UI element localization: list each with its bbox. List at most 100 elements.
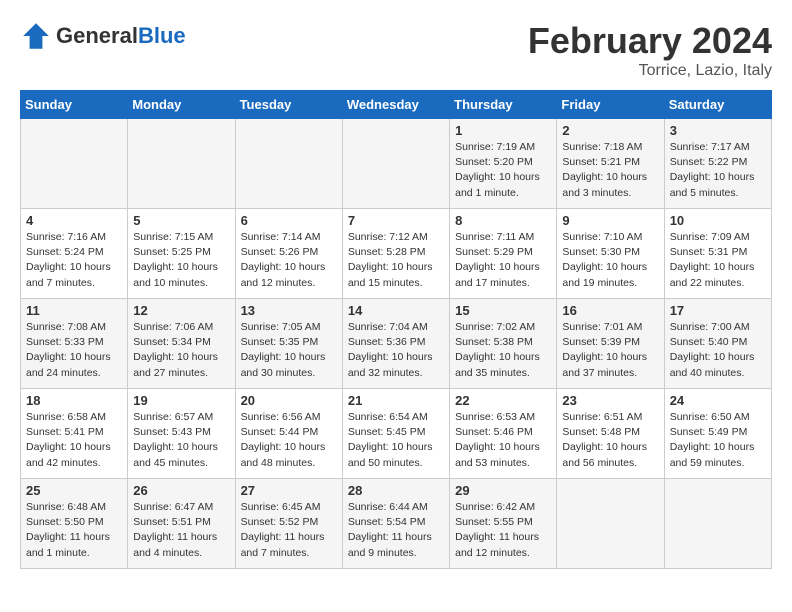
day-number: 10 [670,213,766,228]
day-info: Sunrise: 6:42 AM Sunset: 5:55 PM Dayligh… [455,500,551,561]
calendar-cell: 24 Sunrise: 6:50 AM Sunset: 5:49 PM Dayli… [664,389,771,479]
week-row-4: 18 Sunrise: 6:58 AM Sunset: 5:41 PM Dayli… [21,389,772,479]
day-number: 25 [26,483,122,498]
calendar-cell: 11Sunrise: 7:08 AM Sunset: 5:33 PM Dayli… [21,299,128,389]
day-number: 16 [562,303,658,318]
day-info: Sunrise: 7:17 AM Sunset: 5:22 PM Dayligh… [670,140,766,201]
calendar-cell: 29Sunrise: 6:42 AM Sunset: 5:55 PM Dayli… [450,479,557,569]
day-info: Sunrise: 6:56 AM Sunset: 5:44 PM Dayligh… [241,410,337,471]
calendar-cell [21,119,128,209]
day-info: Sunrise: 6:45 AM Sunset: 5:52 PM Dayligh… [241,500,337,561]
calendar-cell: 14 Sunrise: 7:04 AM Sunset: 5:36 PM Dayli… [342,299,449,389]
day-info: Sunrise: 7:01 AM Sunset: 5:39 PM Dayligh… [562,320,658,381]
day-number: 24 [670,393,766,408]
day-info: Sunrise: 6:58 AM Sunset: 5:41 PM Dayligh… [26,410,122,471]
logo-blue: Blue [138,23,186,48]
day-info: Sunrise: 6:47 AM Sunset: 5:51 PM Dayligh… [133,500,229,561]
day-info: Sunrise: 7:05 AM Sunset: 5:35 PM Dayligh… [241,320,337,381]
title-block: February 2024 Torrice, Lazio, Italy [528,20,772,80]
day-number: 14 [348,303,444,318]
calendar-cell: 28 Sunrise: 6:44 AM Sunset: 5:54 PM Dayli… [342,479,449,569]
calendar-cell [664,479,771,569]
calendar-cell: 3 Sunrise: 7:17 AM Sunset: 5:22 PM Daylig… [664,119,771,209]
calendar-cell: 4 Sunrise: 7:16 AM Sunset: 5:24 PM Daylig… [21,209,128,299]
day-number: 8 [455,213,551,228]
calendar-cell: 26 Sunrise: 6:47 AM Sunset: 5:51 PM Dayli… [128,479,235,569]
day-number: 22 [455,393,551,408]
day-number: 12 [133,303,229,318]
calendar-cell [235,119,342,209]
calendar-cell: 15 Sunrise: 7:02 AM Sunset: 5:38 PM Dayli… [450,299,557,389]
day-number: 19 [133,393,229,408]
day-info: Sunrise: 7:04 AM Sunset: 5:36 PM Dayligh… [348,320,444,381]
day-info: Sunrise: 7:00 AM Sunset: 5:40 PM Dayligh… [670,320,766,381]
day-info: Sunrise: 6:54 AM Sunset: 5:45 PM Dayligh… [348,410,444,471]
day-number: 5 [133,213,229,228]
day-number: 7 [348,213,444,228]
day-info: Sunrise: 6:44 AM Sunset: 5:54 PM Dayligh… [348,500,444,561]
calendar-cell: 10 Sunrise: 7:09 AM Sunset: 5:31 PM Dayli… [664,209,771,299]
calendar-cell: 6 Sunrise: 7:14 AM Sunset: 5:26 PM Daylig… [235,209,342,299]
calendar-cell: 23Sunrise: 6:51 AM Sunset: 5:48 PM Dayli… [557,389,664,479]
header-day-thursday: Thursday [450,91,557,119]
logo-general: General [56,23,138,48]
calendar-cell: 21Sunrise: 6:54 AM Sunset: 5:45 PM Dayli… [342,389,449,479]
day-info: Sunrise: 6:57 AM Sunset: 5:43 PM Dayligh… [133,410,229,471]
week-row-3: 11Sunrise: 7:08 AM Sunset: 5:33 PM Dayli… [21,299,772,389]
week-row-2: 4 Sunrise: 7:16 AM Sunset: 5:24 PM Daylig… [21,209,772,299]
day-info: Sunrise: 7:09 AM Sunset: 5:31 PM Dayligh… [670,230,766,291]
logo-icon [20,20,52,52]
header-day-tuesday: Tuesday [235,91,342,119]
header-day-sunday: Sunday [21,91,128,119]
day-info: Sunrise: 7:11 AM Sunset: 5:29 PM Dayligh… [455,230,551,291]
day-number: 3 [670,123,766,138]
calendar-body: 1 Sunrise: 7:19 AM Sunset: 5:20 PM Daylig… [21,119,772,569]
calendar-cell [557,479,664,569]
calendar-cell: 16 Sunrise: 7:01 AM Sunset: 5:39 PM Dayli… [557,299,664,389]
calendar-table: SundayMondayTuesdayWednesdayThursdayFrid… [20,90,772,569]
day-info: Sunrise: 7:16 AM Sunset: 5:24 PM Dayligh… [26,230,122,291]
day-number: 23 [562,393,658,408]
week-row-5: 25Sunrise: 6:48 AM Sunset: 5:50 PM Dayli… [21,479,772,569]
day-number: 27 [241,483,337,498]
day-info: Sunrise: 7:14 AM Sunset: 5:26 PM Dayligh… [241,230,337,291]
calendar-cell: 2Sunrise: 7:18 AM Sunset: 5:21 PM Daylig… [557,119,664,209]
header-day-wednesday: Wednesday [342,91,449,119]
calendar-cell: 1 Sunrise: 7:19 AM Sunset: 5:20 PM Daylig… [450,119,557,209]
day-number: 26 [133,483,229,498]
day-number: 20 [241,393,337,408]
day-info: Sunrise: 6:53 AM Sunset: 5:46 PM Dayligh… [455,410,551,471]
day-number: 6 [241,213,337,228]
day-info: Sunrise: 7:18 AM Sunset: 5:21 PM Dayligh… [562,140,658,201]
calendar-cell: 9Sunrise: 7:10 AM Sunset: 5:30 PM Daylig… [557,209,664,299]
calendar-cell: 20 Sunrise: 6:56 AM Sunset: 5:44 PM Dayli… [235,389,342,479]
day-number: 28 [348,483,444,498]
day-info: Sunrise: 7:08 AM Sunset: 5:33 PM Dayligh… [26,320,122,381]
calendar-header-row: SundayMondayTuesdayWednesdayThursdayFrid… [21,91,772,119]
day-number: 9 [562,213,658,228]
day-info: Sunrise: 6:50 AM Sunset: 5:49 PM Dayligh… [670,410,766,471]
day-number: 17 [670,303,766,318]
day-number: 13 [241,303,337,318]
calendar-cell: 25Sunrise: 6:48 AM Sunset: 5:50 PM Dayli… [21,479,128,569]
day-info: Sunrise: 7:06 AM Sunset: 5:34 PM Dayligh… [133,320,229,381]
day-number: 15 [455,303,551,318]
day-info: Sunrise: 7:02 AM Sunset: 5:38 PM Dayligh… [455,320,551,381]
calendar-cell: 5Sunrise: 7:15 AM Sunset: 5:25 PM Daylig… [128,209,235,299]
header-day-friday: Friday [557,91,664,119]
header-day-saturday: Saturday [664,91,771,119]
day-number: 4 [26,213,122,228]
logo: GeneralBlue [20,20,186,52]
day-number: 18 [26,393,122,408]
day-info: Sunrise: 7:19 AM Sunset: 5:20 PM Dayligh… [455,140,551,201]
calendar-cell: 13 Sunrise: 7:05 AM Sunset: 5:35 PM Dayli… [235,299,342,389]
day-info: Sunrise: 7:12 AM Sunset: 5:28 PM Dayligh… [348,230,444,291]
calendar-cell [342,119,449,209]
calendar-cell: 12 Sunrise: 7:06 AM Sunset: 5:34 PM Dayli… [128,299,235,389]
day-number: 1 [455,123,551,138]
calendar-cell: 17 Sunrise: 7:00 AM Sunset: 5:40 PM Dayli… [664,299,771,389]
main-title: February 2024 [528,20,772,62]
calendar-cell: 27 Sunrise: 6:45 AM Sunset: 5:52 PM Dayli… [235,479,342,569]
week-row-1: 1 Sunrise: 7:19 AM Sunset: 5:20 PM Daylig… [21,119,772,209]
calendar-cell: 8 Sunrise: 7:11 AM Sunset: 5:29 PM Daylig… [450,209,557,299]
